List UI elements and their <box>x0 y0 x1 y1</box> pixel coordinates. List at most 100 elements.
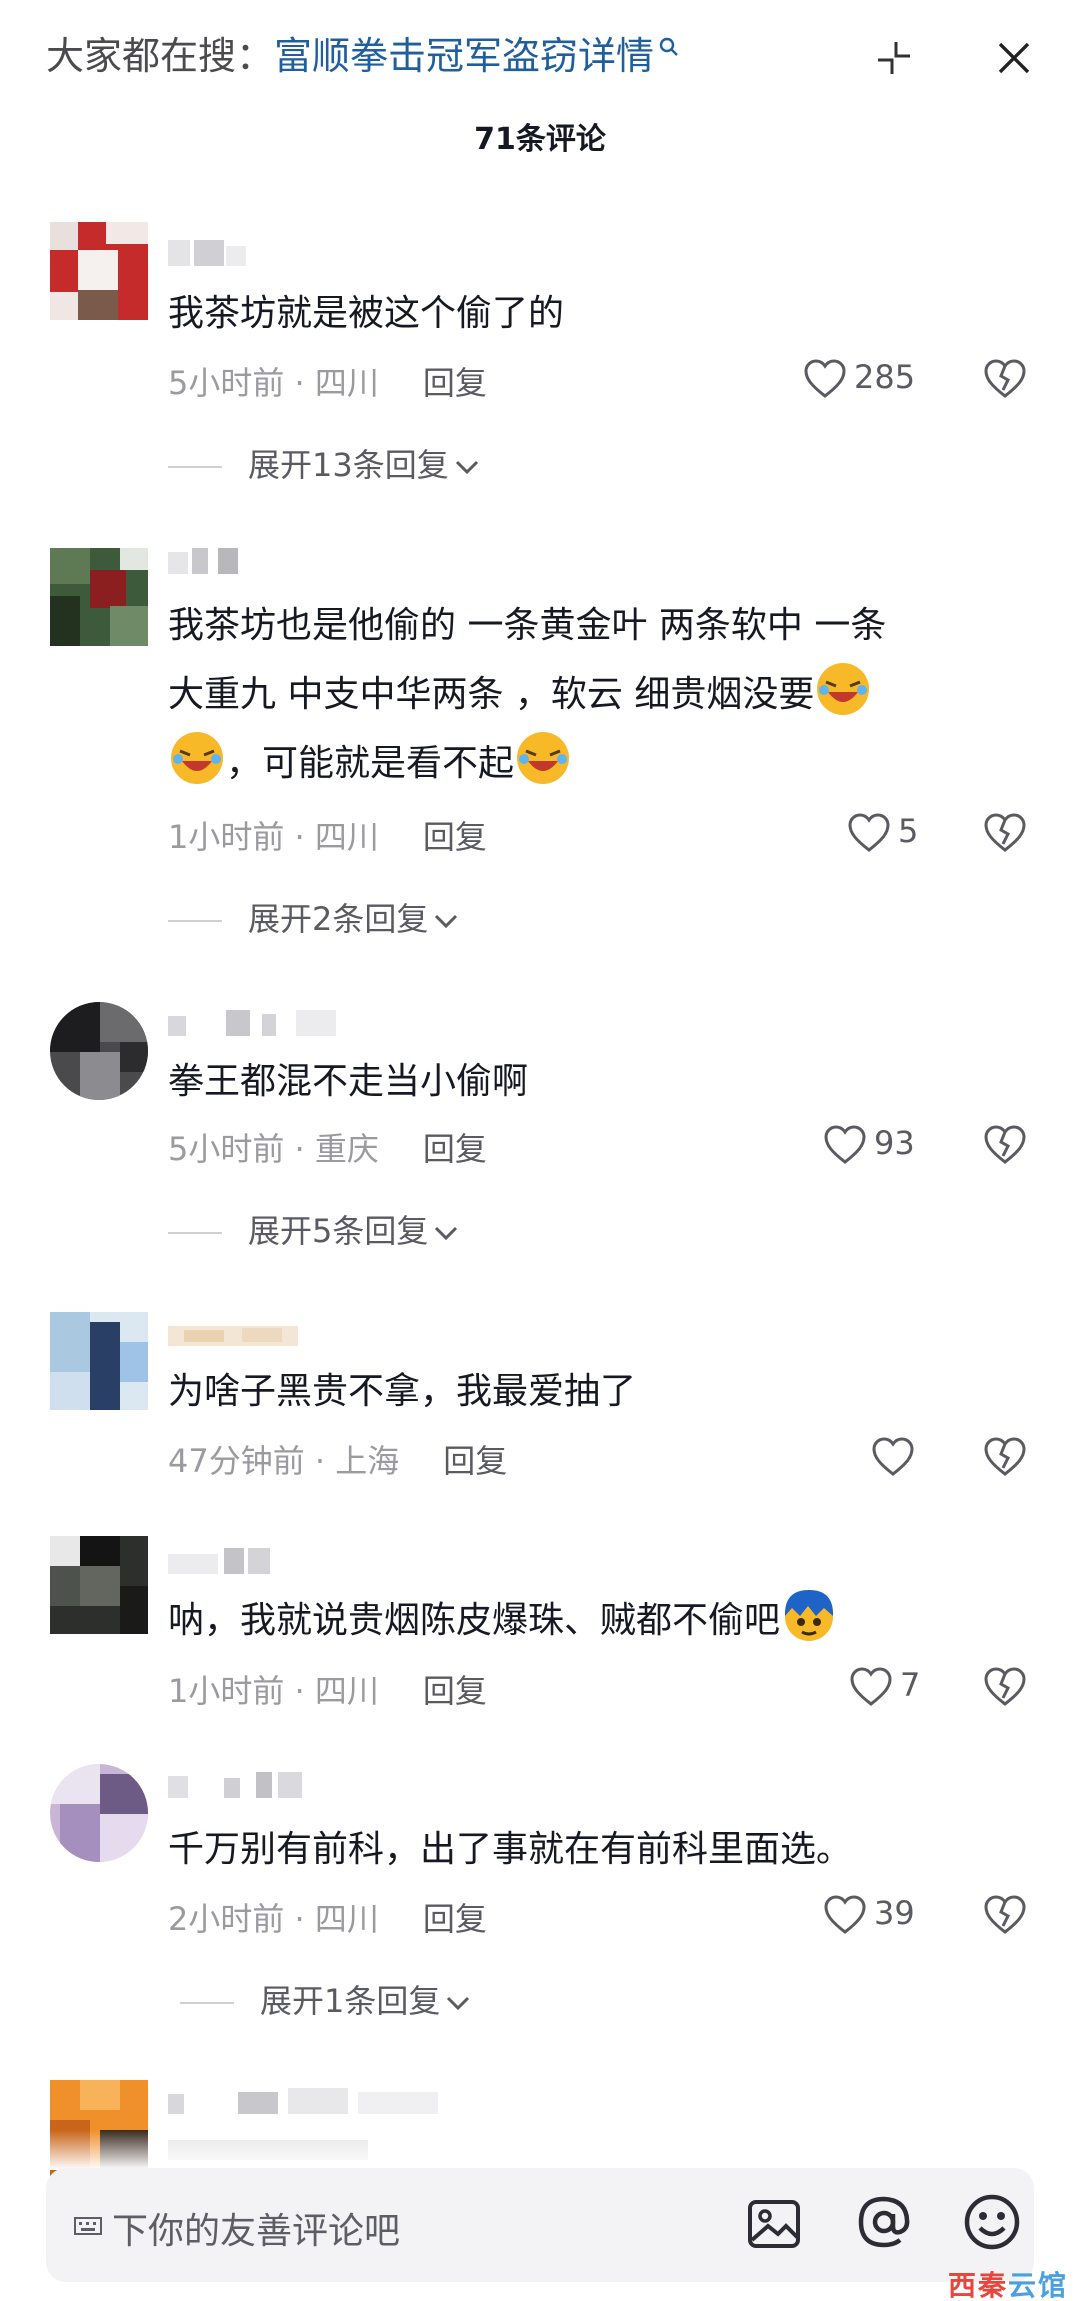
comment-meta: 47分钟前 · 上海 回复 <box>168 1442 508 1480</box>
comment-meta: 5小时前 · 重庆 回复 <box>168 1130 487 1168</box>
chevron-down-icon <box>455 460 478 475</box>
comment-time: 5小时前 <box>168 1130 285 1168</box>
avatar[interactable] <box>50 1002 148 1100</box>
trending-search-hint[interactable]: 大家都在搜：富顺拳击冠军盗窃详情 <box>46 30 682 82</box>
chevron-down-icon <box>435 914 458 929</box>
comment-meta: 5小时前 · 四川 回复 <box>168 364 487 402</box>
reply-button[interactable]: 回复 <box>423 818 487 856</box>
expand-replies[interactable]: 展开2条回复 <box>168 894 460 940</box>
like-count: 39 <box>874 1894 915 1932</box>
collapse-icon[interactable] <box>872 36 916 80</box>
username-blurred[interactable] <box>168 1320 298 1348</box>
divider-line <box>168 466 222 468</box>
username-blurred[interactable] <box>168 1010 348 1038</box>
comment-time: 2小时前 <box>168 1900 285 1938</box>
expand-replies[interactable]: 展开5条回复 <box>168 1206 460 1252</box>
like-count: 7 <box>900 1666 921 1704</box>
laughing-emoji-icon <box>517 732 570 784</box>
comments-panel: 大家都在搜：富顺拳击冠军盗窃详情 71条评论 我茶坊就是被这个偷了的 5小时前 … <box>0 0 1080 2301</box>
divider-line <box>168 920 222 922</box>
like-button[interactable]: 93 <box>822 1122 942 1168</box>
reply-button[interactable]: 回复 <box>443 1442 507 1480</box>
broken-heart-icon[interactable] <box>982 1434 1028 1480</box>
like-button[interactable] <box>870 1434 930 1480</box>
like-button[interactable]: 285 <box>802 356 932 402</box>
broken-heart-icon[interactable] <box>982 1122 1028 1168</box>
comment-meta: 1小时前 · 四川 回复 <box>168 1672 487 1710</box>
expand-replies-label: 展开2条回复 <box>248 900 429 938</box>
at-icon[interactable] <box>854 2192 914 2252</box>
reply-button[interactable]: 回复 <box>423 1130 487 1168</box>
laughing-emoji-icon <box>171 732 223 784</box>
comment-text: 千万别有前科，出了事就在有前科里面选。 <box>168 1829 853 1870</box>
avatar[interactable] <box>50 1536 148 1634</box>
expand-replies-label: 展开13条回复 <box>248 446 449 484</box>
broken-heart-icon[interactable] <box>982 1892 1028 1938</box>
like-count: 93 <box>874 1124 915 1162</box>
like-count: 5 <box>898 812 919 850</box>
comment-text-line: 大重九 中支中华两条 ，软云 细贵烟没要 <box>168 674 815 715</box>
like-button[interactable]: 39 <box>822 1892 942 1938</box>
username-blurred[interactable] <box>168 548 248 576</box>
comment-location: 四川 <box>314 1672 379 1710</box>
smiley-icon[interactable] <box>962 2192 1022 2252</box>
comment-input-placeholder: 下你的友善评论吧 <box>112 2211 401 2252</box>
expand-replies[interactable]: 展开1条回复 <box>180 1976 472 2022</box>
top-bar: 大家都在搜：富顺拳击冠军盗窃详情 <box>0 0 1080 110</box>
divider-line <box>180 2002 234 2004</box>
heart-icon <box>848 813 890 852</box>
comment-text: 呐，我就说贵烟陈皮爆珠、贼都不偷吧 <box>168 1586 1038 1655</box>
like-count: 285 <box>854 358 916 396</box>
comment-text-line: ，可能就是看不起 <box>226 743 515 784</box>
avatar[interactable] <box>50 1312 148 1410</box>
comment-text: 拳王都混不走当小偷啊 <box>168 1061 529 1102</box>
comment-count-title: 71条评论 <box>474 122 606 157</box>
heart-icon <box>850 1667 892 1706</box>
comment-text: 我茶坊就是被这个偷了的 <box>168 293 565 334</box>
close-icon[interactable] <box>992 36 1036 80</box>
comment-location: 四川 <box>314 1900 379 1938</box>
comment-text-line: 我茶坊也是他偷的 一条黄金叶 两条软中 一条 <box>168 605 887 646</box>
trending-search-prefix: 大家都在搜： <box>46 34 275 78</box>
comment-location: 重庆 <box>314 1130 379 1168</box>
keyboard-icon <box>74 2217 102 2235</box>
username-blurred[interactable] <box>168 2088 448 2116</box>
search-icon <box>659 37 678 56</box>
comment-text-line: 呐，我就说贵烟陈皮爆珠、贼都不偷吧 <box>168 1600 781 1641</box>
divider-line <box>168 1232 222 1234</box>
avatar[interactable] <box>50 1764 148 1862</box>
chevron-down-icon <box>447 1996 470 2011</box>
expand-replies[interactable]: 展开13条回复 <box>168 440 481 486</box>
laughing-emoji-icon <box>817 663 870 715</box>
broken-heart-icon[interactable] <box>982 356 1028 402</box>
reply-button[interactable]: 回复 <box>423 364 487 402</box>
watermark-logo: 西秦云馆 <box>948 2269 1069 2301</box>
comment-text: 我茶坊也是他偷的 一条黄金叶 两条软中 一条 大重九 中支中华两条 ，软云 细贵… <box>168 592 1038 798</box>
like-button[interactable]: 7 <box>848 1664 944 1710</box>
comment-text: 为啥子黑贵不拿，我最爱抽了 <box>168 1371 637 1412</box>
expand-replies-label: 展开5条回复 <box>248 1212 429 1250</box>
broken-heart-icon[interactable] <box>982 1664 1028 1710</box>
heart-icon <box>804 359 846 398</box>
comment-time: 1小时前 <box>168 818 285 856</box>
comment-time: 1小时前 <box>168 1672 285 1710</box>
bottom-fade <box>0 2130 1080 2170</box>
trending-search-term[interactable]: 富顺拳击冠军盗窃详情 <box>274 34 654 78</box>
blue-hair-emoji-icon <box>784 1590 834 1641</box>
like-button[interactable]: 5 <box>846 810 942 856</box>
username-blurred[interactable] <box>168 240 248 268</box>
username-blurred[interactable] <box>168 1548 278 1576</box>
comment-time: 5小时前 <box>168 364 285 402</box>
comment-location: 上海 <box>335 1442 400 1480</box>
reply-button[interactable]: 回复 <box>423 1900 487 1938</box>
avatar[interactable] <box>50 548 148 646</box>
comment-location: 四川 <box>314 364 379 402</box>
image-icon[interactable] <box>746 2196 802 2252</box>
broken-heart-icon[interactable] <box>982 810 1028 856</box>
heart-icon <box>824 1125 866 1164</box>
comment-meta: 1小时前 · 四川 回复 <box>168 818 487 856</box>
username-blurred[interactable] <box>168 1772 308 1800</box>
avatar[interactable] <box>50 222 148 320</box>
chevron-down-icon <box>435 1226 458 1241</box>
reply-button[interactable]: 回复 <box>423 1672 487 1710</box>
